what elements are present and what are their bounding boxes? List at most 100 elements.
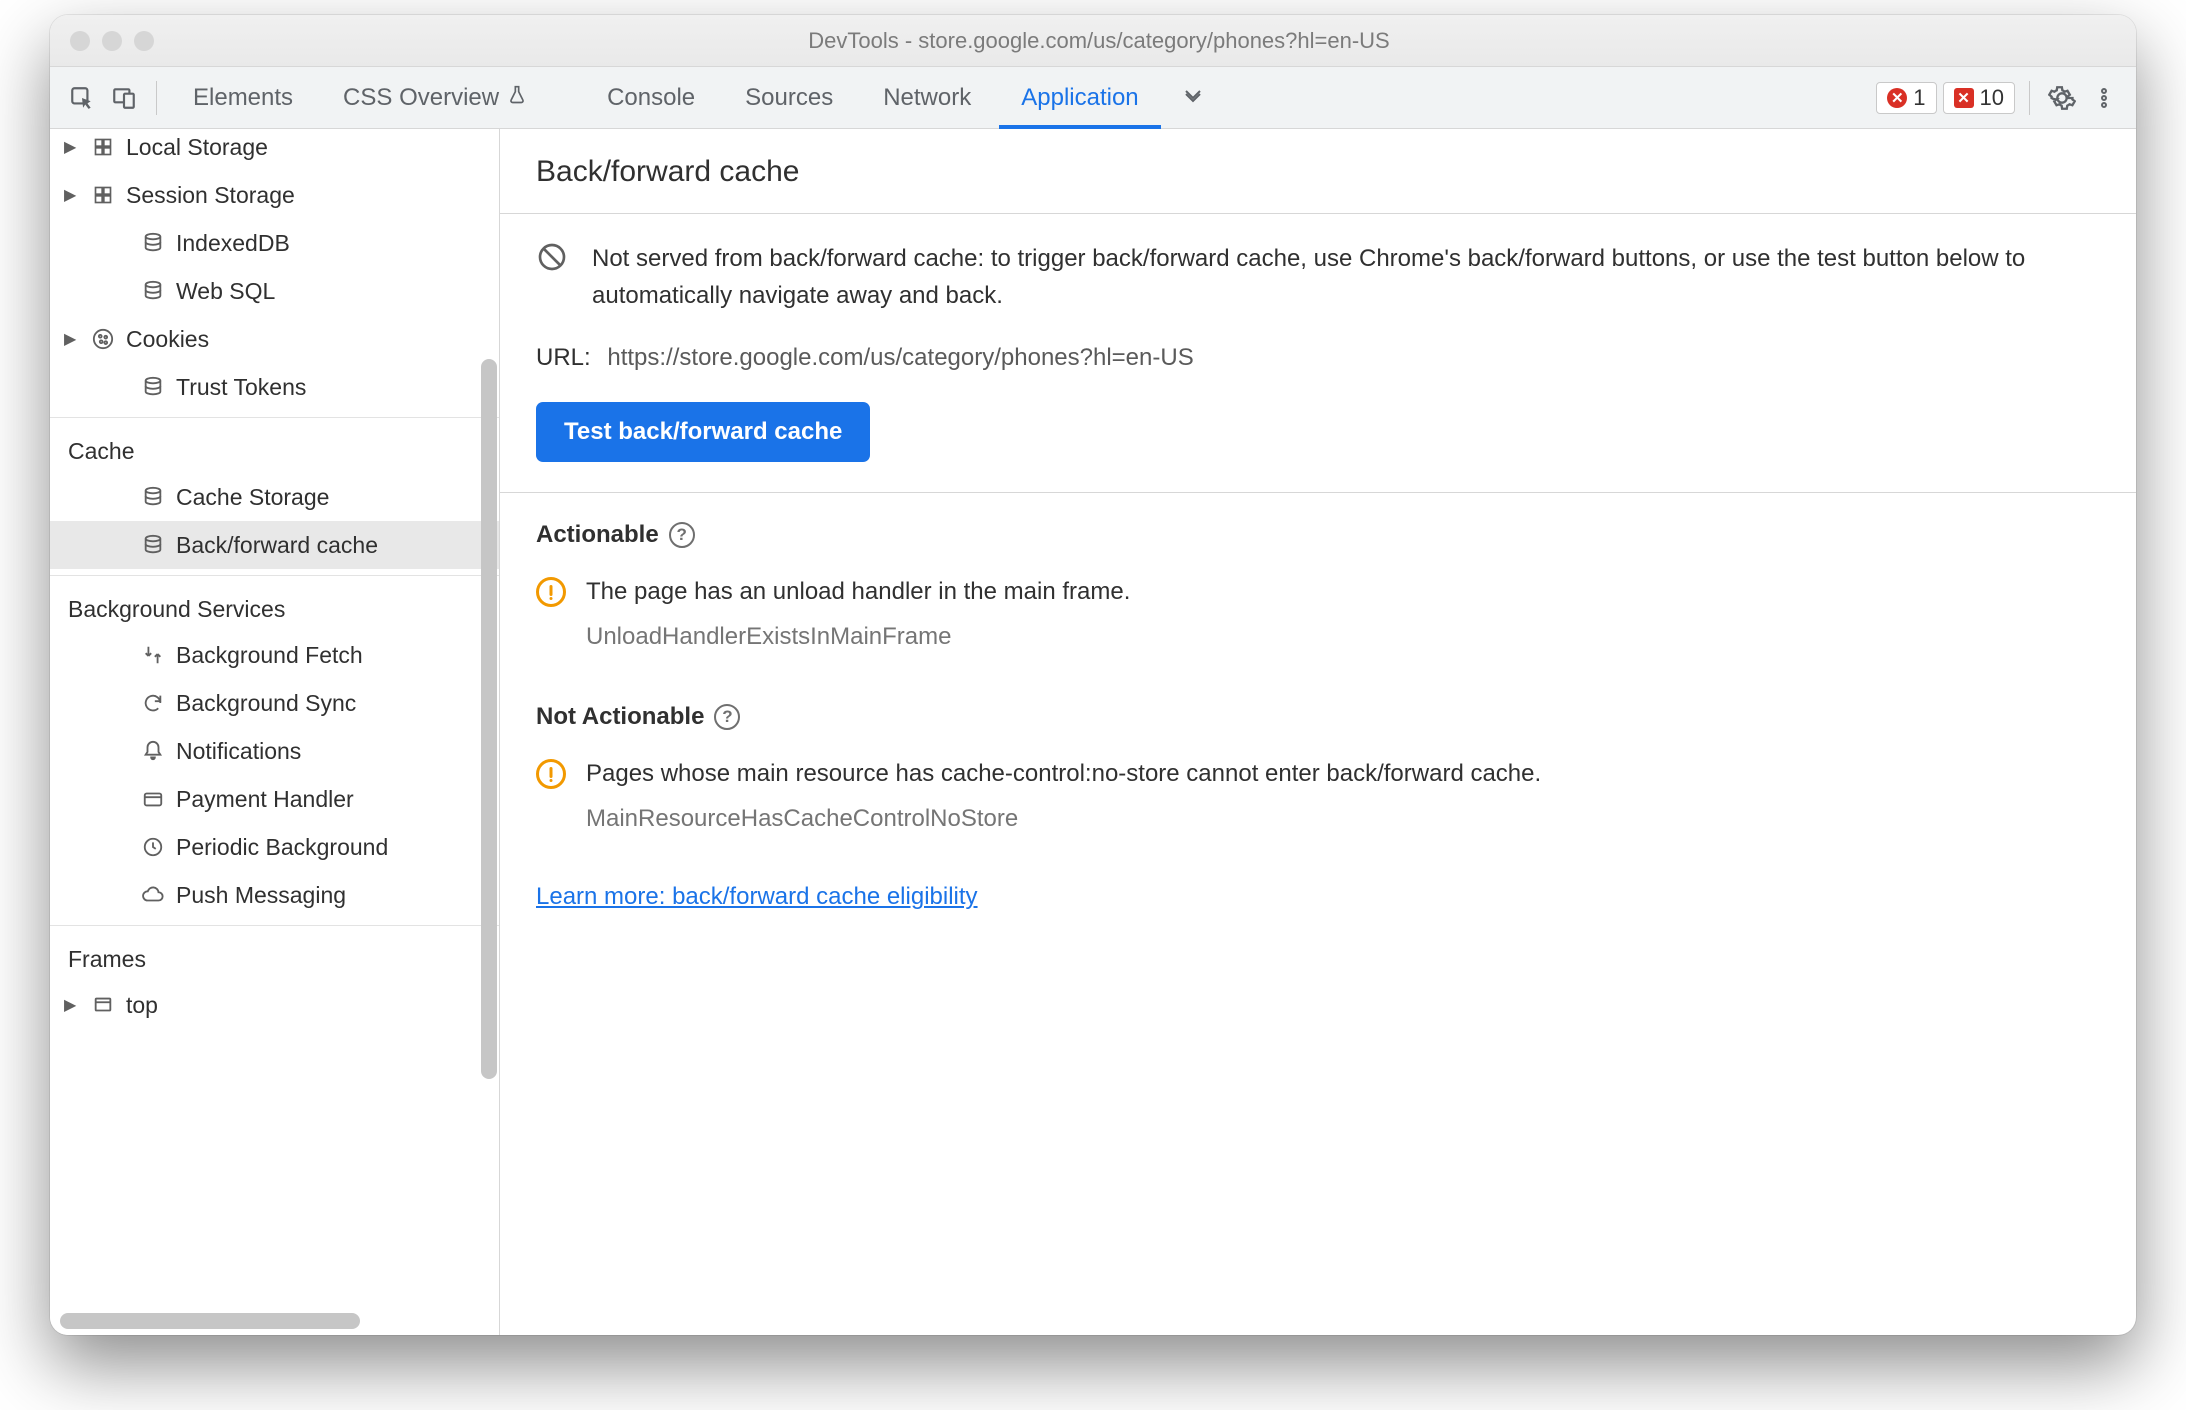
- sidebar-item-label: Notifications: [176, 738, 301, 765]
- database-icon: [140, 532, 166, 558]
- divider: [50, 575, 499, 576]
- issue-icon: ✕: [1954, 88, 1974, 108]
- window-titlebar: DevTools - store.google.com/us/category/…: [50, 15, 2136, 67]
- separator: [156, 81, 157, 115]
- not-allowed-icon: [536, 240, 568, 274]
- sidebar-item-label: IndexedDB: [176, 230, 290, 257]
- tab-sources[interactable]: Sources: [723, 67, 855, 129]
- tab-label: Elements: [193, 84, 293, 112]
- url-row: URL: https://store.google.com/us/categor…: [536, 344, 2100, 372]
- sidebar-item-label: Background Sync: [176, 690, 356, 717]
- issue-count: 10: [1980, 85, 2004, 111]
- window-title: DevTools - store.google.com/us/category/…: [166, 28, 2032, 54]
- sidebar-item-cookies[interactable]: ▶ Cookies: [50, 315, 499, 363]
- issue-code: UnloadHandlerExistsInMainFrame: [536, 623, 2100, 651]
- tab-application[interactable]: Application: [999, 67, 1160, 129]
- expand-arrow-icon: ▶: [64, 329, 80, 349]
- error-counter[interactable]: ✕ 1: [1876, 82, 1936, 114]
- issue-title: The page has an unload handler in the ma…: [586, 578, 1130, 606]
- bfcache-status-block: Not served from back/forward cache: to t…: [500, 214, 2136, 493]
- tab-label: Sources: [745, 84, 833, 112]
- sidebar-item-label: Push Messaging: [176, 882, 346, 909]
- test-bfcache-button[interactable]: Test back/forward cache: [536, 402, 870, 462]
- sidebar-item-label: Cache Storage: [176, 484, 329, 511]
- learn-more-link[interactable]: Learn more: back/forward cache eligibili…: [500, 839, 2136, 935]
- sidebar-item-websql[interactable]: Web SQL: [50, 267, 499, 315]
- horizontal-scrollbar[interactable]: [60, 1313, 360, 1329]
- tab-label: Network: [883, 84, 971, 112]
- not-actionable-heading: Not Actionable ?: [500, 657, 2136, 739]
- tab-css-overview[interactable]: CSS Overview: [321, 67, 549, 129]
- expand-arrow-icon: ▶: [64, 995, 80, 1015]
- sidebar-item-session-storage[interactable]: ▶ Session Storage: [50, 171, 499, 219]
- cookie-icon: [90, 326, 116, 352]
- help-icon[interactable]: ?: [669, 522, 695, 548]
- zoom-window-button[interactable]: [134, 31, 154, 51]
- sidebar-item-trust-tokens[interactable]: Trust Tokens: [50, 363, 499, 411]
- sidebar-item-label: Trust Tokens: [176, 374, 306, 401]
- clock-icon: [140, 834, 166, 860]
- fetch-icon: [140, 642, 166, 668]
- application-sidebar: Storage ▶ Local Storage ▶ Session Storag…: [50, 129, 500, 1335]
- heading-text: Actionable: [536, 521, 659, 549]
- expand-arrow-icon: ▶: [64, 185, 80, 205]
- vertical-scrollbar[interactable]: [481, 359, 497, 1079]
- sidebar-item-bgsync[interactable]: Background Sync: [50, 679, 499, 727]
- page-title: Back/forward cache: [500, 129, 2136, 213]
- expand-arrow-icon: ▶: [64, 137, 80, 157]
- tab-console[interactable]: Console: [585, 67, 717, 129]
- credit-card-icon: [140, 786, 166, 812]
- devtools-tabstrip: Elements CSS Overview Console Sources Ne…: [50, 67, 2136, 129]
- section-heading-frames: Frames: [50, 932, 499, 981]
- sidebar-item-indexeddb[interactable]: IndexedDB: [50, 219, 499, 267]
- window-controls: [70, 31, 154, 51]
- database-icon: [140, 278, 166, 304]
- divider: [50, 925, 499, 926]
- settings-icon[interactable]: [2044, 80, 2080, 116]
- sidebar-item-label: Local Storage: [126, 134, 268, 161]
- sidebar-item-label: Cookies: [126, 326, 209, 353]
- sidebar-item-payment[interactable]: Payment Handler: [50, 775, 499, 823]
- device-mode-icon[interactable]: [106, 80, 142, 116]
- devtools-window: DevTools - store.google.com/us/category/…: [50, 15, 2136, 1335]
- tab-elements[interactable]: Elements: [171, 67, 315, 129]
- sidebar-item-bfcache[interactable]: Back/forward cache: [50, 521, 499, 569]
- sidebar-item-periodic[interactable]: Periodic Background: [50, 823, 499, 871]
- inspect-icon[interactable]: [64, 80, 100, 116]
- database-icon: [140, 230, 166, 256]
- url-value: https://store.google.com/us/category/pho…: [607, 344, 1193, 371]
- close-window-button[interactable]: [70, 31, 90, 51]
- heading-text: Not Actionable: [536, 703, 704, 731]
- bfcache-status-text: Not served from back/forward cache: to t…: [592, 240, 2100, 314]
- sidebar-item-push[interactable]: Push Messaging: [50, 871, 499, 919]
- experiment-icon: [507, 84, 527, 112]
- bfcache-pane: Back/forward cache Not served from back/…: [500, 129, 2136, 1335]
- issue-counter[interactable]: ✕ 10: [1943, 82, 2015, 114]
- sync-icon: [140, 690, 166, 716]
- sidebar-item-label: Session Storage: [126, 182, 295, 209]
- kebab-menu-icon[interactable]: [2086, 80, 2122, 116]
- frame-icon: [90, 992, 116, 1018]
- actionable-issue: The page has an unload handler in the ma…: [500, 557, 2136, 657]
- more-tabs-icon[interactable]: [1175, 80, 1211, 116]
- sidebar-item-cache-storage[interactable]: Cache Storage: [50, 473, 499, 521]
- sidebar-item-label: Back/forward cache: [176, 532, 378, 559]
- sidebar-item-notifications[interactable]: Notifications: [50, 727, 499, 775]
- tab-label: CSS Overview: [343, 84, 499, 112]
- help-icon[interactable]: ?: [714, 704, 740, 730]
- sidebar-item-local-storage[interactable]: ▶ Local Storage: [50, 129, 499, 171]
- issue-title: Pages whose main resource has cache-cont…: [586, 760, 1541, 788]
- sidebar-item-bgfetch[interactable]: Background Fetch: [50, 631, 499, 679]
- warning-icon: [536, 759, 566, 789]
- sidebar-item-top-frame[interactable]: ▶ top: [50, 981, 499, 1029]
- bell-icon: [140, 738, 166, 764]
- sidebar-item-label: Web SQL: [176, 278, 275, 305]
- url-label: URL:: [536, 344, 591, 371]
- warning-icon: [536, 577, 566, 607]
- minimize-window-button[interactable]: [102, 31, 122, 51]
- error-count: 1: [1913, 85, 1925, 111]
- not-actionable-issue: Pages whose main resource has cache-cont…: [500, 739, 2136, 839]
- tab-network[interactable]: Network: [861, 67, 993, 129]
- storage-grid-icon: [90, 134, 116, 160]
- section-heading-cache: Cache: [50, 424, 499, 473]
